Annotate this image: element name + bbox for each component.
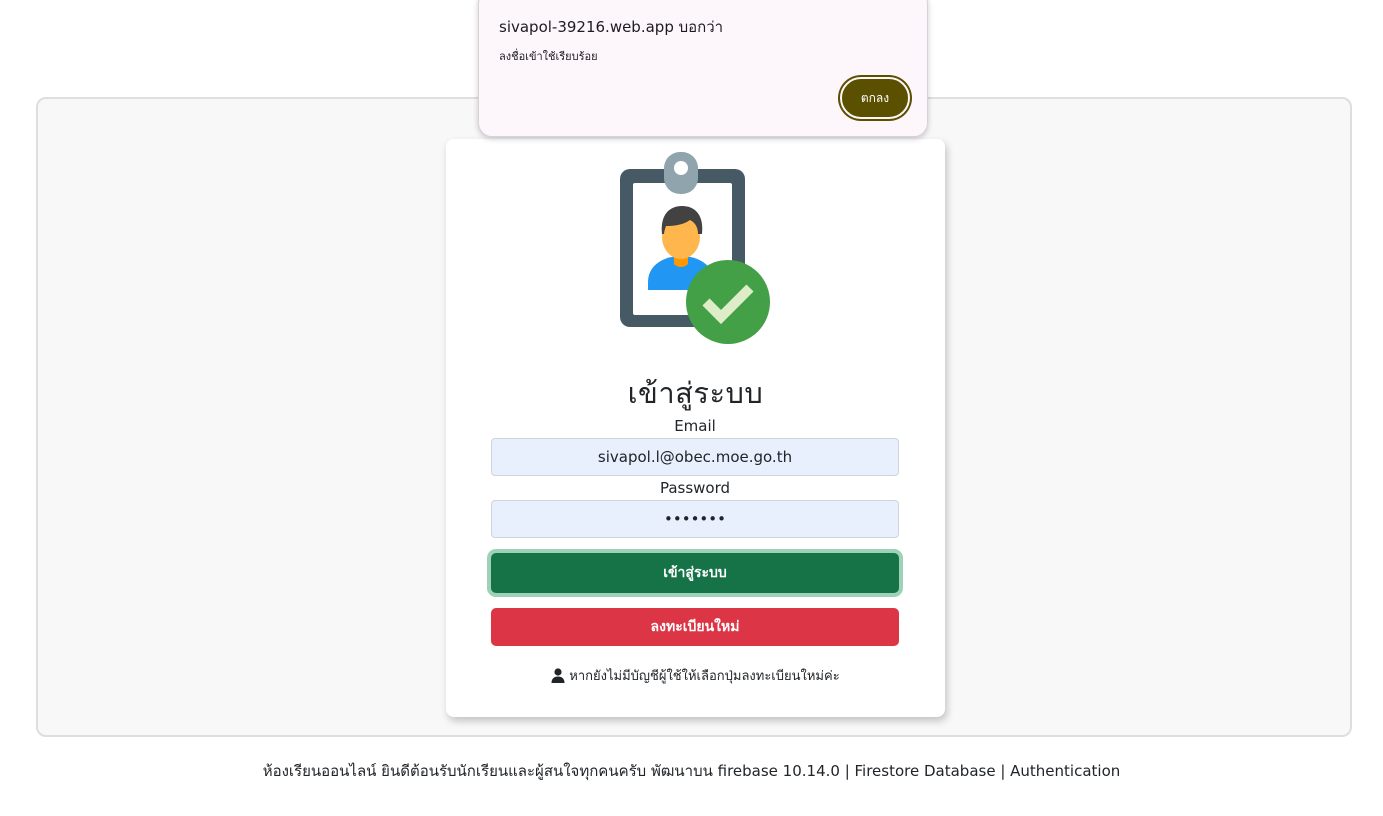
user-icon (551, 668, 565, 683)
register-button[interactable]: ลงทะเบียนใหม่ (491, 608, 899, 646)
register-hint-text: หากยังไม่มีบัญชีผู้ใช้ให้เลือกปุ่มลงทะเบ… (569, 669, 840, 684)
register-hint: หากยังไม่มีบัญชีผู้ใช้ให้เลือกปุ่มลงทะเบ… (446, 665, 945, 686)
email-field[interactable] (491, 438, 899, 476)
alert-dialog: sivapol-39216.web.app บอกว่า ลงชื่อเข้าใ… (478, 0, 928, 137)
alert-ok-button[interactable]: ตกลง (840, 77, 910, 119)
footer-text: ห้องเรียนออนไลน์ ยินดีต้อนรับนักเรียนและ… (262, 762, 1121, 780)
login-button[interactable]: เข้าสู่ระบบ (491, 553, 899, 593)
alert-origin: sivapol-39216.web.app บอกว่า (499, 18, 724, 36)
email-label: Email (674, 417, 716, 435)
alert-message: ลงชื่อเข้าใช้เรียบร้อย (499, 50, 598, 63)
page: เข้าสู่ระบบ Email Password เข้าสู่ระบบ ล… (0, 0, 1383, 816)
login-title: เข้าสู่ระบบ (627, 376, 764, 410)
id-badge-check-icon (620, 152, 770, 344)
password-label: Password (659, 479, 731, 497)
password-field[interactable] (491, 500, 899, 538)
